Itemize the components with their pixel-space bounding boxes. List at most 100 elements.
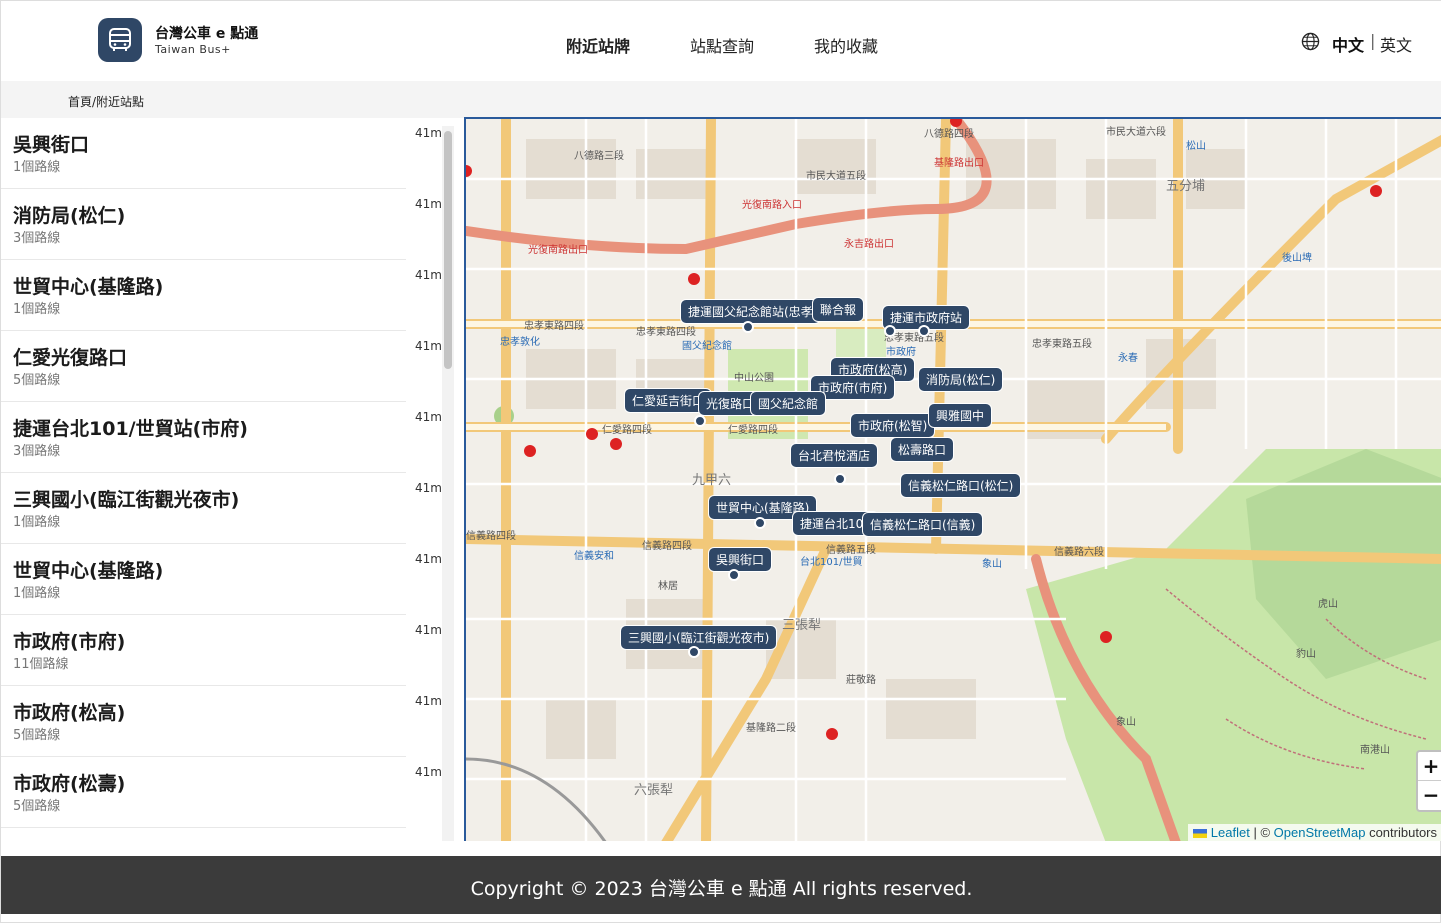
stop-name: 捷運台北101/世貿站(市府)	[13, 418, 248, 440]
map-label-road: 忠孝東路五段	[1032, 339, 1092, 350]
map-label-area: 六張犁	[634, 783, 674, 798]
map[interactable]: 八德路三段 八德路四段 市民大道六段 市民大道五段 光復南路入口 光復南路出口 …	[464, 117, 1441, 841]
stop-distance: 41m	[415, 694, 442, 708]
map-attribution: Leaflet | © OpenStreetMap contributors	[1188, 824, 1441, 841]
stop-distance: 41m	[415, 197, 442, 211]
list-item[interactable]: 市政府(松高) 5個路線 41m	[1, 686, 442, 757]
map-label-road: 莊敬路	[846, 675, 876, 686]
map-zoom-control: + −	[1416, 750, 1441, 812]
bus-logo-icon[interactable]	[98, 18, 142, 62]
ukraine-flag-icon	[1193, 829, 1208, 839]
map-label-station: 象山	[982, 559, 1002, 570]
page: 台灣公車 e 點通 Taiwan Bus+ 附近站牌 站點查詢 我的收藏 中文 …	[0, 0, 1441, 923]
map-label-road: 市民大道五段	[806, 171, 866, 182]
zoom-in-button[interactable]: +	[1418, 752, 1441, 781]
map-label-road: 信義路四段	[466, 531, 516, 542]
lang-chinese-button[interactable]: 中文	[1332, 32, 1364, 56]
leaflet-link[interactable]: Leaflet	[1211, 825, 1250, 840]
map-pin[interactable]	[728, 569, 740, 581]
map-marker-stop[interactable]: 台北君悅酒店	[790, 443, 879, 468]
map-pin[interactable]	[688, 646, 700, 658]
map-label-station: 信義安和	[574, 551, 614, 562]
map-marker-stop[interactable]: 松壽路口	[890, 437, 955, 462]
brand-title: 台灣公車 e 點通	[155, 26, 259, 42]
stop-route-count: 1個路線	[13, 515, 61, 530]
nav-nearby-stops[interactable]: 附近站牌	[566, 33, 630, 57]
map-label-area: 五分埔	[1166, 179, 1206, 194]
attribution-tail: contributors	[1369, 825, 1437, 840]
map-label-road: 市民大道六段	[1106, 127, 1166, 138]
list-item[interactable]: 世貿中心(基隆路) 1個路線 41m	[1, 544, 442, 615]
stop-name: 市政府(市府)	[13, 631, 126, 653]
list-item[interactable]: 仁愛光復路口 5個路線 41m	[1, 331, 442, 402]
stop-route-count: 11個路線	[13, 657, 69, 672]
list-item[interactable]: 消防局(松仁) 3個路線 41m	[1, 189, 442, 260]
list-item[interactable]: 世貿中心(基隆路) 1個路線 41m	[1, 260, 442, 331]
breadcrumb[interactable]: 首頁/附近站點	[68, 93, 144, 110]
nav-favorites[interactable]: 我的收藏	[814, 33, 878, 57]
stop-name: 世貿中心(基隆路)	[13, 276, 164, 298]
list-item[interactable]: 捷運台北101/世貿站(市府) 3個路線 41m	[1, 402, 442, 473]
map-label-peak: 象山	[1116, 717, 1136, 728]
stop-route-count: 5個路線	[13, 799, 61, 814]
lang-english-button[interactable]: 英文	[1380, 32, 1412, 56]
map-pin[interactable]	[884, 325, 896, 337]
stop-distance: 41m	[415, 765, 442, 779]
map-label-exit: 光復南路出口	[528, 245, 588, 256]
stop-name: 消防局(松仁)	[13, 205, 126, 227]
map-marker-stop[interactable]: 吳興街口	[708, 547, 773, 572]
stop-route-count: 3個路線	[13, 231, 61, 246]
map-marker-stop[interactable]: 興雅國中	[928, 403, 993, 428]
map-marker-stop[interactable]: 三興國小(臨江街觀光夜市)	[620, 625, 778, 650]
map-pin[interactable]	[754, 517, 766, 529]
map-pin[interactable]	[834, 473, 846, 485]
stop-distance: 41m	[415, 410, 442, 424]
map-marker-stop[interactable]: 聯合報	[812, 297, 865, 322]
footer: Copyright © 2023 台灣公車 e 點通 All rights re…	[1, 856, 1441, 914]
map-label-station: 後山埤	[1282, 253, 1312, 264]
list-item[interactable]: 三興國小(臨江街觀光夜市) 1個路線 41m	[1, 473, 442, 544]
map-label-station: 松山	[1186, 141, 1206, 152]
map-label-road: 忠孝東路四段	[636, 327, 696, 338]
zoom-out-button[interactable]: −	[1418, 781, 1441, 810]
map-pin[interactable]	[918, 325, 930, 337]
map-label-road: 八德路三段	[574, 151, 624, 162]
stop-name: 市政府(松壽)	[13, 773, 126, 795]
map-label-area: 三張犁	[782, 618, 822, 633]
list-item[interactable]: 市政府(松壽) 5個路線 41m	[1, 757, 442, 828]
map-label-exit: 永吉路出口	[844, 239, 894, 250]
stop-distance: 41m	[415, 552, 442, 566]
map-marker-stop[interactable]: 信義松仁路口(松仁)	[900, 473, 1022, 498]
stop-name: 市政府(松高)	[13, 702, 126, 724]
copyright-text: Copyright © 2023 台灣公車 e 點通 All rights re…	[470, 878, 973, 900]
stop-list: 吳興街口 1個路線 41m 消防局(松仁) 3個路線 41m 世貿中心(基隆路)…	[1, 118, 464, 841]
map-label-exit: 基隆路出口	[934, 158, 984, 169]
stop-name: 三興國小(臨江街觀光夜市)	[13, 489, 240, 511]
osm-link[interactable]: OpenStreetMap	[1274, 825, 1366, 840]
list-item[interactable]: 吳興街口 1個路線 41m	[1, 118, 442, 189]
map-pin[interactable]	[694, 415, 706, 427]
stop-route-count: 5個路線	[13, 728, 61, 743]
nav-stop-search[interactable]: 站點查詢	[690, 33, 754, 57]
map-label-exit: 光復南路入口	[742, 200, 802, 211]
map-label-road: 忠孝東路四段	[524, 321, 584, 332]
map-marker-stop[interactable]: 信義松仁路口(信義)	[862, 512, 984, 537]
stop-name: 吳興街口	[13, 134, 90, 156]
map-label-station: 市政府	[886, 347, 916, 358]
map-marker-stop[interactable]: 消防局(松仁)	[918, 367, 1004, 392]
map-label-station: 台北101/世貿	[800, 557, 863, 568]
map-marker-stop[interactable]: 捷運國父紀念館站(忠孝	[680, 299, 821, 324]
list-scrollbar-thumb[interactable]	[444, 131, 452, 369]
list-item[interactable]: 市政府(市府) 11個路線 41m	[1, 615, 442, 686]
map-marker-stop[interactable]: 市政府(松智)	[850, 413, 936, 438]
map-label-area: 林居	[658, 581, 678, 592]
map-pin[interactable]	[742, 321, 754, 333]
stop-distance: 41m	[415, 339, 442, 353]
breadcrumb-bar: 首頁/附近站點	[1, 81, 1441, 118]
map-label-road: 仁愛路四段	[728, 425, 778, 436]
map-label-road: 信義路四段	[642, 541, 692, 552]
brand-subtitle: Taiwan Bus+	[155, 43, 231, 56]
stop-name: 仁愛光復路口	[13, 347, 128, 369]
map-marker-stop[interactable]: 國父紀念館	[750, 391, 827, 416]
header: 台灣公車 e 點通 Taiwan Bus+ 附近站牌 站點查詢 我的收藏 中文 …	[1, 1, 1441, 81]
